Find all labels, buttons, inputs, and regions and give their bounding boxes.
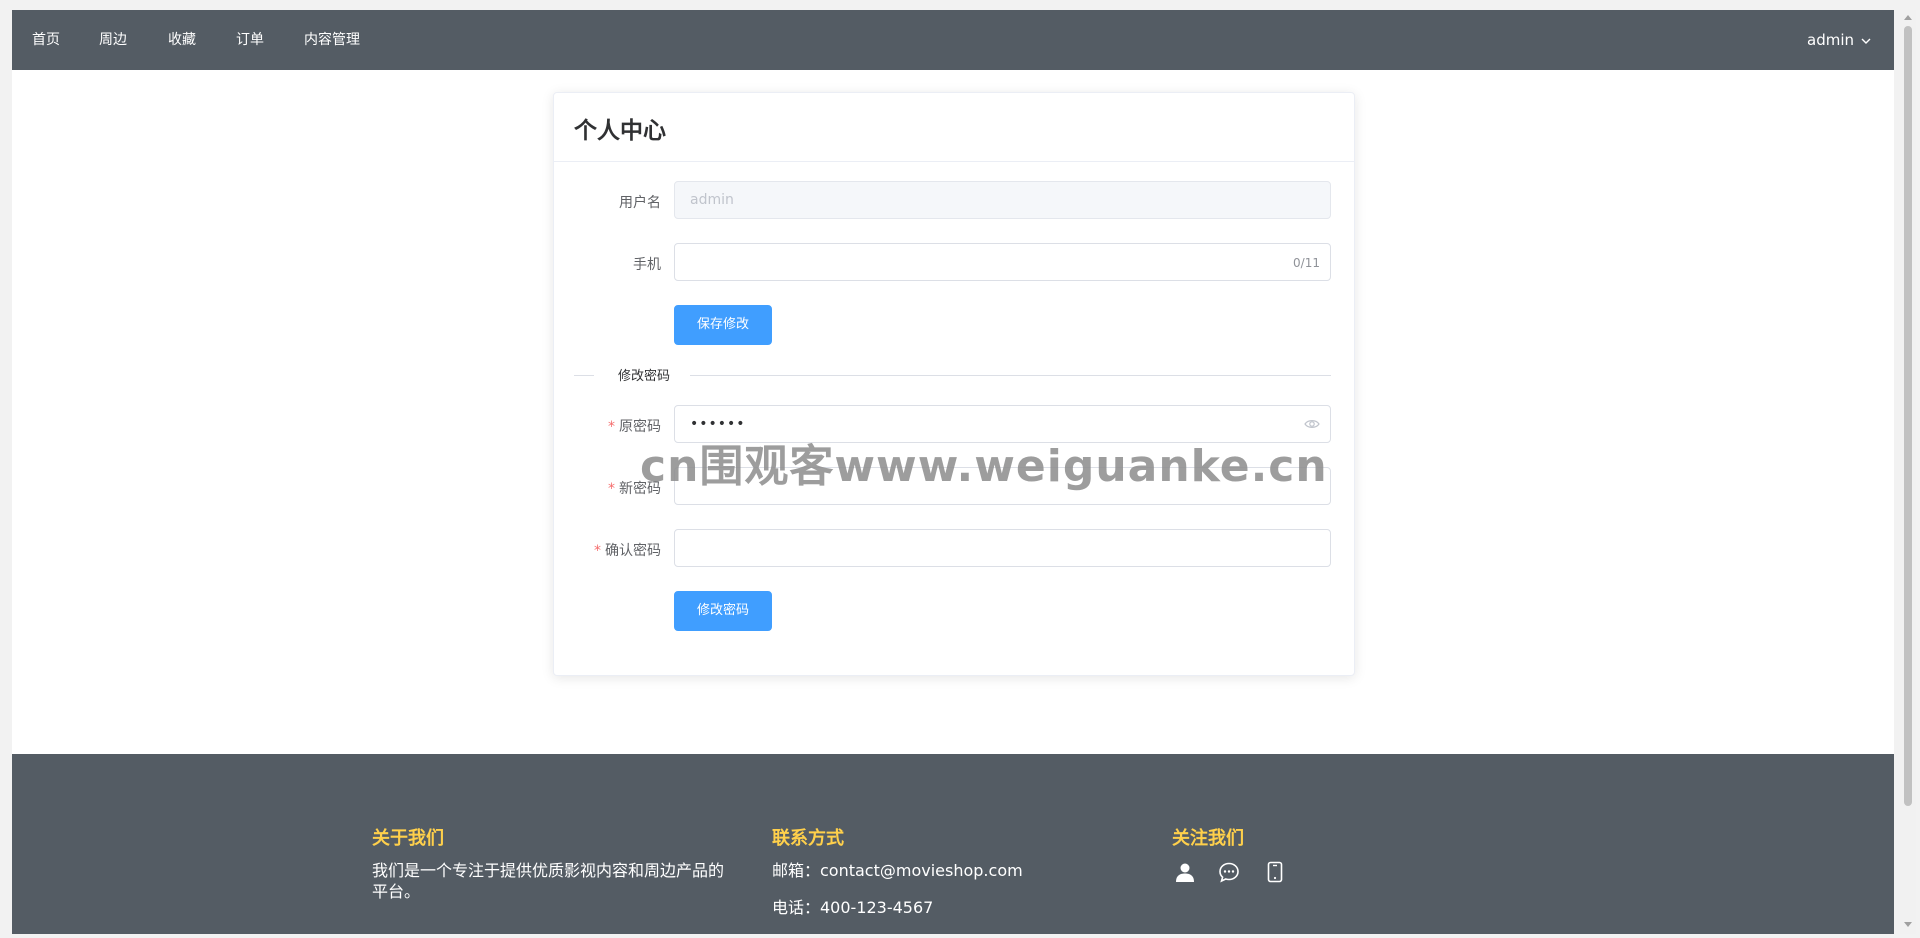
phone-label: 手机: [633, 257, 661, 273]
footer-follow-title: 关注我们: [1172, 828, 1244, 849]
new-password-label: * 新密码: [608, 481, 661, 497]
mobile-icon[interactable]: [1264, 861, 1286, 883]
footer: 关于我们 我们是一个专注于提供优质影视内容和周边产品的平台。 联系方式 邮箱：c…: [12, 754, 1894, 934]
scroll-thumb[interactable]: [1904, 26, 1912, 806]
profile-card: 个人中心 用户名 手机 0/11 保存修改 修改密码 *原密码 •••••• *…: [553, 92, 1355, 676]
user-menu[interactable]: admin: [1807, 10, 1872, 70]
phone-char-counter: 0/11: [1293, 256, 1320, 270]
old-password-mask: ••••••: [690, 416, 746, 432]
required-mark: *: [594, 543, 601, 559]
confirm-password-input[interactable]: [675, 530, 1330, 566]
page: 首页 周边 收藏 订单 内容管理 admin 个人中心 用户名 手机 0/11 …: [12, 10, 1894, 934]
nav-item-home[interactable]: 首页: [32, 10, 60, 70]
page-title: 个人中心: [574, 118, 666, 144]
footer-phone: 电话：400-123-4567: [772, 898, 934, 917]
divider-line-right: [690, 375, 1331, 376]
old-password-label: * 原密码: [608, 419, 661, 435]
new-password-input[interactable]: [675, 468, 1330, 504]
confirm-password-label: * 确认密码: [594, 543, 661, 559]
change-password-button[interactable]: 修改密码: [674, 591, 772, 631]
phone-input[interactable]: [675, 244, 1330, 280]
user-icon[interactable]: [1174, 861, 1196, 883]
footer-about-title: 关于我们: [372, 828, 444, 849]
nav-item-favorites[interactable]: 收藏: [168, 10, 196, 70]
footer-contact-title: 联系方式: [772, 828, 844, 849]
divider-line-left: [574, 375, 594, 376]
required-mark: *: [608, 481, 615, 497]
nav-item-orders[interactable]: 订单: [236, 10, 264, 70]
footer-about-text: 我们是一个专注于提供优质影视内容和周边产品的平台。: [372, 861, 725, 901]
username-field: [674, 181, 1331, 219]
card-header: 个人中心: [554, 93, 1354, 162]
confirm-password-field[interactable]: [674, 529, 1331, 567]
eye-icon[interactable]: [1304, 418, 1320, 430]
username-label: 用户名: [619, 195, 661, 211]
new-password-field[interactable]: [674, 467, 1331, 505]
scroll-down-arrow[interactable]: [1904, 922, 1912, 927]
required-mark: *: [608, 419, 615, 435]
footer-email: 邮箱：contact@movieshop.com: [772, 861, 1023, 880]
nav-item-content-management[interactable]: 内容管理: [304, 10, 360, 70]
page-scrollbar[interactable]: [1900, 10, 1916, 934]
username-input: [675, 182, 1330, 218]
chat-icon[interactable]: [1218, 861, 1240, 883]
scroll-up-arrow[interactable]: [1904, 15, 1912, 20]
save-profile-button[interactable]: 保存修改: [674, 305, 772, 345]
nav-item-merch[interactable]: 周边: [99, 10, 127, 70]
top-nav: 首页 周边 收藏 订单 内容管理 admin: [12, 10, 1894, 70]
old-password-field[interactable]: ••••••: [674, 405, 1331, 443]
phone-field[interactable]: 0/11: [674, 243, 1331, 281]
chevron-down-icon: [1861, 38, 1871, 44]
user-name: admin: [1807, 31, 1854, 49]
change-password-section-title: 修改密码: [612, 365, 677, 384]
